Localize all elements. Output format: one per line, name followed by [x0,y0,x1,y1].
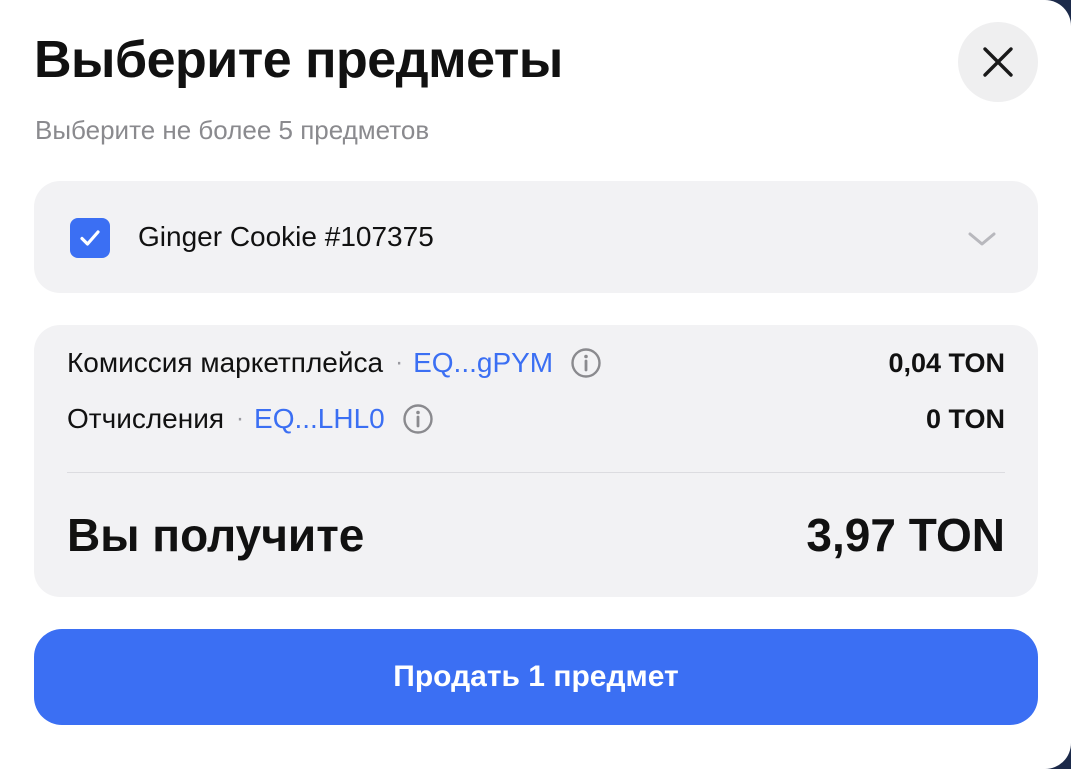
close-icon [983,47,1013,77]
fee-label: Отчисления [67,403,225,434]
fee-value: 0,04 TON [888,347,1005,378]
close-button[interactable] [958,22,1038,102]
item-name: Ginger Cookie #107375 [138,221,434,252]
total-label: Вы получите [67,509,365,561]
chevron-down-icon [968,232,996,246]
total-value: 3,97 TON [806,509,1005,561]
dialog-title: Выберите предметы [34,31,563,89]
expand-item-button[interactable] [964,221,1000,257]
separator-dot: · [236,405,245,432]
info-button[interactable] [401,402,435,436]
info-icon [571,348,601,378]
total-row: Вы получите 3,97 TON [67,505,1005,565]
item-checkbox[interactable] [70,218,110,258]
fee-address-link[interactable]: EQ...gPYM [413,347,553,379]
fee-row-marketplace: Комиссия маркетплейса · EQ...gPYM 0,04 T… [67,343,1005,383]
dialog-subtitle: Выберите не более 5 предметов [35,115,430,145]
separator-dot: · [395,349,404,376]
sell-items-dialog: Выберите предметы Выберите не более 5 пр… [0,0,1071,769]
fee-value: 0 TON [925,403,1005,434]
fee-label: Комиссия маркетплейса [67,347,384,378]
fee-row-royalties: Отчисления · EQ...LHL0 0 TON [67,399,1005,439]
sell-button[interactable]: Продать 1 предмет [34,629,1038,725]
summary-card: Комиссия маркетплейса · EQ...gPYM 0,04 T… [34,325,1038,597]
item-row[interactable]: Ginger Cookie #107375 [34,181,1038,293]
info-button[interactable] [569,346,603,380]
divider [67,472,1005,473]
fee-address-link[interactable]: EQ...LHL0 [254,403,385,435]
info-icon [403,404,433,434]
checkmark-icon [80,230,100,246]
